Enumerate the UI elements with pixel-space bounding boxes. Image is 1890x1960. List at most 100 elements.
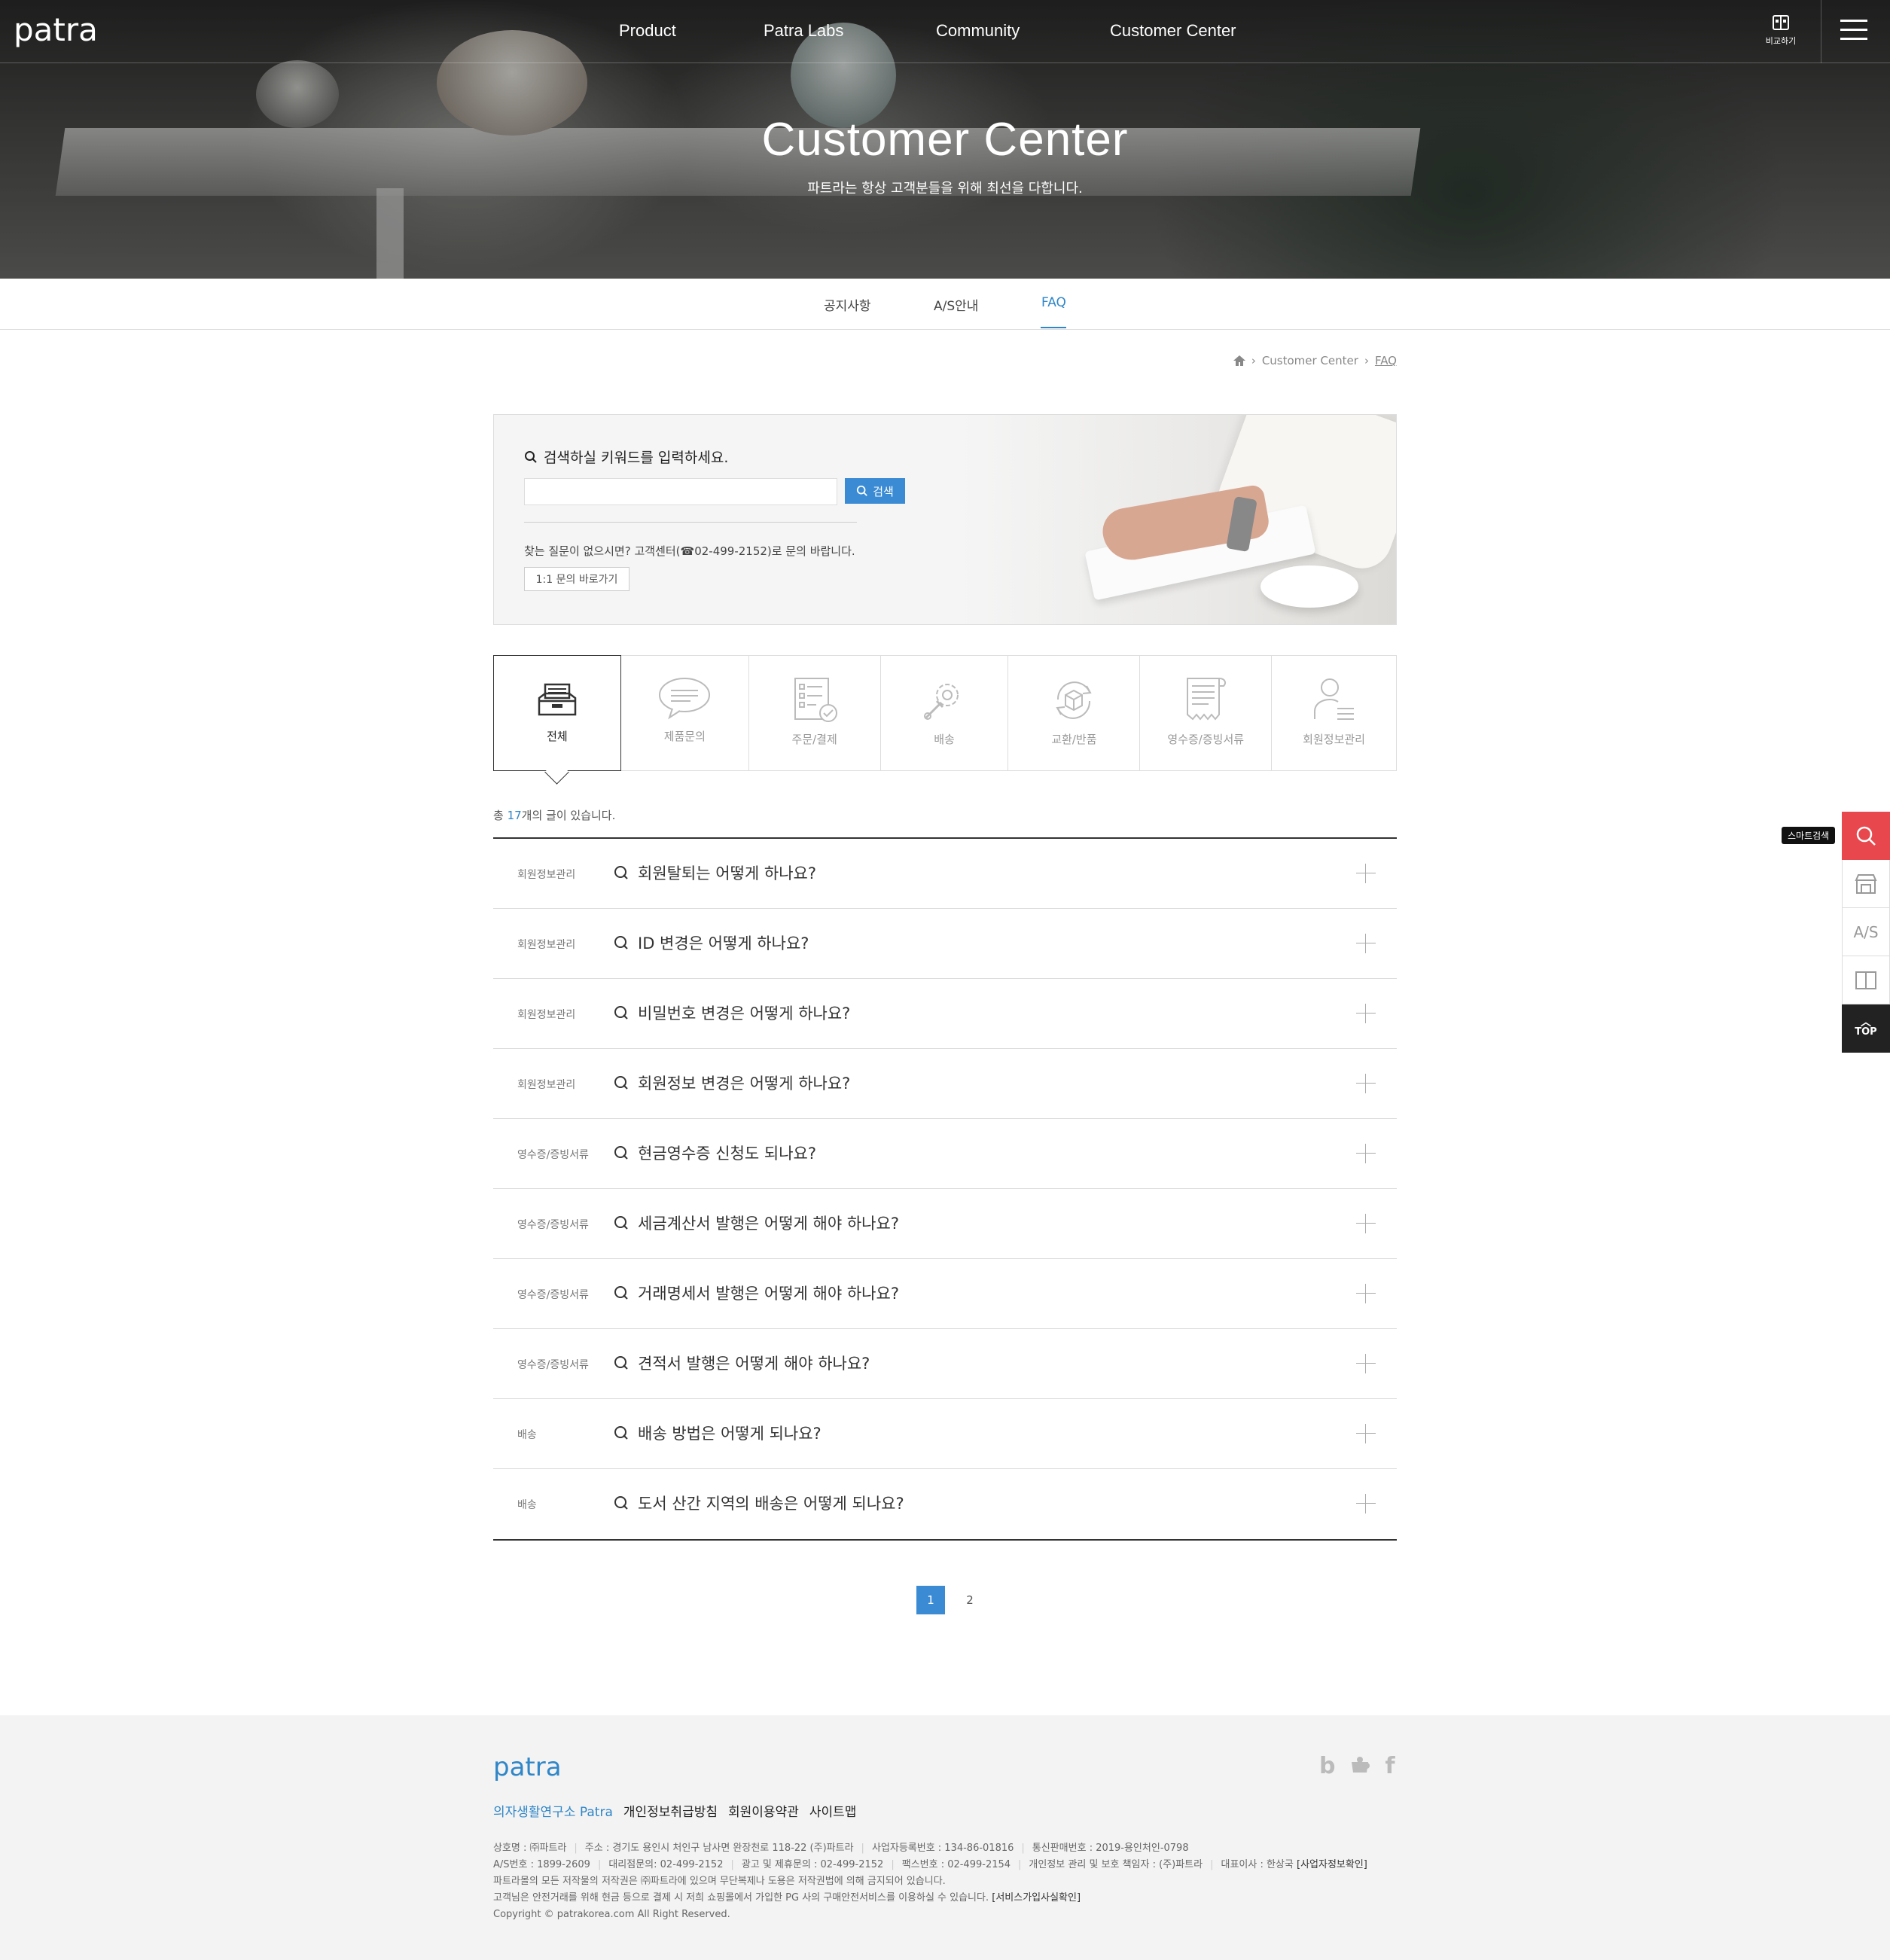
facebook-icon[interactable]: f xyxy=(1385,1753,1395,1779)
expand-plus-icon[interactable] xyxy=(1356,1004,1376,1023)
blog-icon[interactable]: b xyxy=(1319,1753,1335,1779)
compare-label: 비교하기 xyxy=(1765,36,1797,46)
nav-customer-center[interactable]: Customer Center xyxy=(1110,21,1236,41)
page-subtitle: 파트라는 항상 고객분들을 위해 최선을 다합니다. xyxy=(807,181,1083,197)
faq-question[interactable]: 세금계산서 발행은 어떻게 해야 하나요? xyxy=(614,1212,899,1234)
page-2[interactable]: 2 xyxy=(956,1586,984,1614)
question-q-icon xyxy=(614,1426,628,1440)
faq-question-text: 도서 산간 지역의 배송은 어떻게 되나요? xyxy=(638,1495,904,1513)
page-1[interactable]: 1 xyxy=(916,1586,945,1614)
faq-item[interactable]: 회원정보관리 ID 변경은 어떻게 하나요? xyxy=(493,909,1397,979)
faq-question[interactable]: 견적서 발행은 어떻게 해야 하나요? xyxy=(614,1352,870,1374)
order-checklist-icon xyxy=(794,678,837,722)
faq-question[interactable]: 도서 산간 지역의 배송은 어떻게 되나요? xyxy=(614,1492,904,1514)
faq-question[interactable]: 거래명세서 발행은 어떻게 해야 하나요? xyxy=(614,1282,899,1304)
quick-menu: A/S ︿ TOP xyxy=(1842,812,1890,1053)
faq-item[interactable]: 영수증/증빙서류 세금계산서 발행은 어떻게 해야 하나요? xyxy=(493,1189,1397,1259)
quick-store[interactable] xyxy=(1842,860,1890,908)
footer-line-4: 고객님은 안전거래를 위해 현금 등으로 결제 시 저희 쇼핑몰에서 가입한 P… xyxy=(493,1892,1081,1904)
search-icon xyxy=(857,485,868,496)
menu-hamburger-icon[interactable] xyxy=(1840,20,1867,41)
footer-link-sitemap[interactable]: 사이트맵 xyxy=(809,1801,857,1820)
breadcrumb-customer-center[interactable]: Customer Center xyxy=(1262,354,1358,367)
faq-question[interactable]: 비밀번호 변경은 어떻게 하나요? xyxy=(614,1001,850,1024)
expand-plus-icon[interactable] xyxy=(1356,1074,1376,1093)
footer-link-terms[interactable]: 회원이용약관 xyxy=(728,1801,799,1820)
expand-plus-icon[interactable] xyxy=(1356,1424,1376,1443)
inbox-icon xyxy=(538,683,577,716)
question-q-icon xyxy=(614,1006,628,1020)
total-count: 17 xyxy=(507,809,522,822)
tab-as-guide[interactable]: A/S안내 xyxy=(934,295,978,314)
faq-question[interactable]: 회원정보 변경은 어떻게 하나요? xyxy=(614,1071,850,1094)
expand-plus-icon[interactable] xyxy=(1356,864,1376,883)
quick-smart-search[interactable] xyxy=(1842,812,1890,860)
search-help-text: 찾는 질문이 없으시면? 고객센터(☎02-499-2152)로 문의 바랍니다… xyxy=(524,544,855,558)
footer-sns: b f xyxy=(1319,1753,1395,1779)
category-delivery[interactable]: 배송 xyxy=(881,656,1009,770)
faq-question-text: 거래명세서 발행은 어떻게 해야 하나요? xyxy=(638,1285,899,1303)
compare-button[interactable]: 비교하기 xyxy=(1762,14,1800,47)
service-join-link[interactable]: [서비스가입사실확인] xyxy=(992,1892,1081,1904)
category-product[interactable]: 제품문의 xyxy=(621,656,749,770)
faq-question[interactable]: ID 변경은 어떻게 하나요? xyxy=(614,931,809,954)
quick-top-button[interactable]: ︿ TOP xyxy=(1842,1004,1890,1053)
expand-plus-icon[interactable] xyxy=(1356,1214,1376,1233)
quick-as[interactable]: A/S xyxy=(1842,908,1890,956)
quick-catalog[interactable] xyxy=(1842,956,1890,1004)
expand-plus-icon[interactable] xyxy=(1356,1494,1376,1513)
tab-faq[interactable]: FAQ xyxy=(1041,295,1066,310)
inquiry-button[interactable]: 1:1 문의 바로가기 xyxy=(524,567,629,591)
faq-category: 회원정보관리 xyxy=(517,869,576,881)
business-info-link[interactable]: [사업자정보확인] xyxy=(1297,1859,1367,1870)
expand-plus-icon[interactable] xyxy=(1356,1354,1376,1373)
footer-logo[interactable]: patra xyxy=(493,1753,584,1783)
faq-item[interactable]: 배송 도서 산간 지역의 배송은 어떻게 되나요? xyxy=(493,1469,1397,1539)
faq-item[interactable]: 배송 배송 방법은 어떻게 되나요? xyxy=(493,1399,1397,1469)
footer-company-info: 상호명 : ㈜파트라 | 주소 : 경기도 용인시 처인구 남사면 완장천로 118… xyxy=(493,1840,1367,1923)
faq-question[interactable]: 현금영수증 신청도 되나요? xyxy=(614,1142,816,1164)
faq-item[interactable]: 회원정보관리 회원탈퇴는 어떻게 하나요? xyxy=(493,839,1397,909)
footer-link-privacy[interactable]: 개인정보취급방침 xyxy=(623,1801,718,1820)
expand-plus-icon[interactable] xyxy=(1356,1284,1376,1303)
category-order-payment[interactable]: 주문/결제 xyxy=(749,656,881,770)
faq-item[interactable]: 영수증/증빙서류 견적서 발행은 어떻게 해야 하나요? xyxy=(493,1329,1397,1399)
nav-product[interactable]: Product xyxy=(619,21,676,41)
nav-patra-labs[interactable]: Patra Labs xyxy=(764,21,843,41)
category-receipt[interactable]: 영수증/증빙서류 xyxy=(1140,656,1273,770)
tab-notice[interactable]: 공지사항 xyxy=(824,295,871,314)
footer-link-lab[interactable]: 의자생활연구소 Patra xyxy=(493,1801,613,1820)
footer-links: 의자생활연구소 Patra 개인정보취급방침 회원이용약관 사이트맵 xyxy=(493,1801,856,1820)
wrench-gear-icon xyxy=(924,684,959,720)
search-button[interactable]: 검색 xyxy=(845,478,905,504)
faq-question[interactable]: 회원탈퇴는 어떻게 하나요? xyxy=(614,861,816,884)
breadcrumb-faq[interactable]: FAQ xyxy=(1375,354,1397,367)
top-label: TOP xyxy=(1855,1026,1877,1038)
faq-item[interactable]: 회원정보관리 비밀번호 변경은 어떻게 하나요? xyxy=(493,979,1397,1049)
box-exchange-icon xyxy=(1056,681,1092,719)
expand-plus-icon[interactable] xyxy=(1356,934,1376,953)
category-label: 회원정보관리 xyxy=(1303,733,1365,746)
faq-item[interactable]: 영수증/증빙서류 현금영수증 신청도 되나요? xyxy=(493,1119,1397,1189)
faq-category: 영수증/증빙서류 xyxy=(517,1149,589,1161)
category-member-info[interactable]: 회원정보관리 xyxy=(1272,656,1396,770)
search-input[interactable] xyxy=(524,478,837,505)
category-all[interactable]: 전체 xyxy=(493,655,621,771)
compare-icon xyxy=(1773,15,1789,30)
home-icon[interactable] xyxy=(1233,355,1245,366)
question-q-icon xyxy=(614,1146,628,1160)
faq-category: 영수증/증빙서류 xyxy=(517,1289,589,1301)
category-label: 주문/결제 xyxy=(791,733,837,746)
faq-question-text: 비밀번호 변경은 어떻게 하나요? xyxy=(638,1004,851,1023)
faq-question-text: 현금영수증 신청도 되나요? xyxy=(638,1145,817,1163)
faq-item[interactable]: 회원정보관리 회원정보 변경은 어떻게 하나요? xyxy=(493,1049,1397,1119)
nav-community[interactable]: Community xyxy=(936,21,1020,41)
user-icon xyxy=(1313,678,1354,720)
expand-plus-icon[interactable] xyxy=(1356,1144,1376,1163)
patra-logo[interactable]: patra xyxy=(14,12,134,51)
faq-item[interactable]: 영수증/증빙서류 거래명세서 발행은 어떻게 해야 하나요? xyxy=(493,1259,1397,1329)
category-exchange-return[interactable]: 교환/반품 xyxy=(1008,656,1141,770)
kakao-story-icon[interactable] xyxy=(1349,1753,1371,1776)
photo-mouse xyxy=(1261,565,1358,608)
faq-question[interactable]: 배송 방법은 어떻게 되나요? xyxy=(614,1422,822,1444)
